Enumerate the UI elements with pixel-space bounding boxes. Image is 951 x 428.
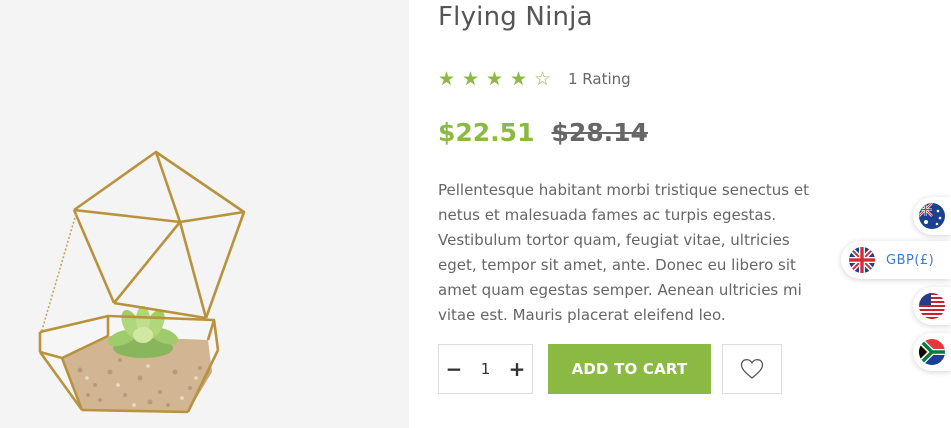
product-image[interactable] [0,0,409,428]
za-flag-icon [919,339,945,365]
star-icon: ★ [510,67,528,90]
heart-icon [740,358,764,379]
star-outline-icon: ☆ [534,67,552,90]
quantity-input[interactable]: 1 [469,360,502,378]
us-flag-icon [919,293,945,319]
increment-button[interactable]: + [502,357,532,381]
regular-price: $28.14 [551,118,648,147]
currency-label: GBP(£) [886,252,935,268]
wishlist-button[interactable] [722,344,782,394]
star-icon: ★ [486,67,504,90]
star-icon: ★ [438,67,456,90]
currency-option-aud[interactable] [913,197,951,235]
star-icon: ★ [462,67,480,90]
currency-option-usd[interactable] [913,287,951,325]
au-flag-icon [919,203,945,229]
price: $22.51 $28.14 [438,118,648,147]
rating-count-link[interactable]: 1 Rating [568,70,631,88]
product-description: Pellentesque habitant morbi tristique se… [438,181,810,324]
currency-option-zar[interactable] [913,333,951,371]
decrement-button[interactable]: − [439,357,469,381]
product-title: Flying Ninja [438,2,593,32]
quantity-stepper: − 1 + [438,344,533,394]
currency-selector[interactable]: GBP(£) [841,241,951,279]
add-to-cart-button[interactable]: ADD TO CART [548,344,711,394]
succulent-terrarium-image [38,150,246,414]
uk-flag-icon [849,247,875,273]
product-rating: ★ ★ ★ ★ ☆ 1 Rating [438,66,631,92]
sale-price: $22.51 [438,118,535,147]
